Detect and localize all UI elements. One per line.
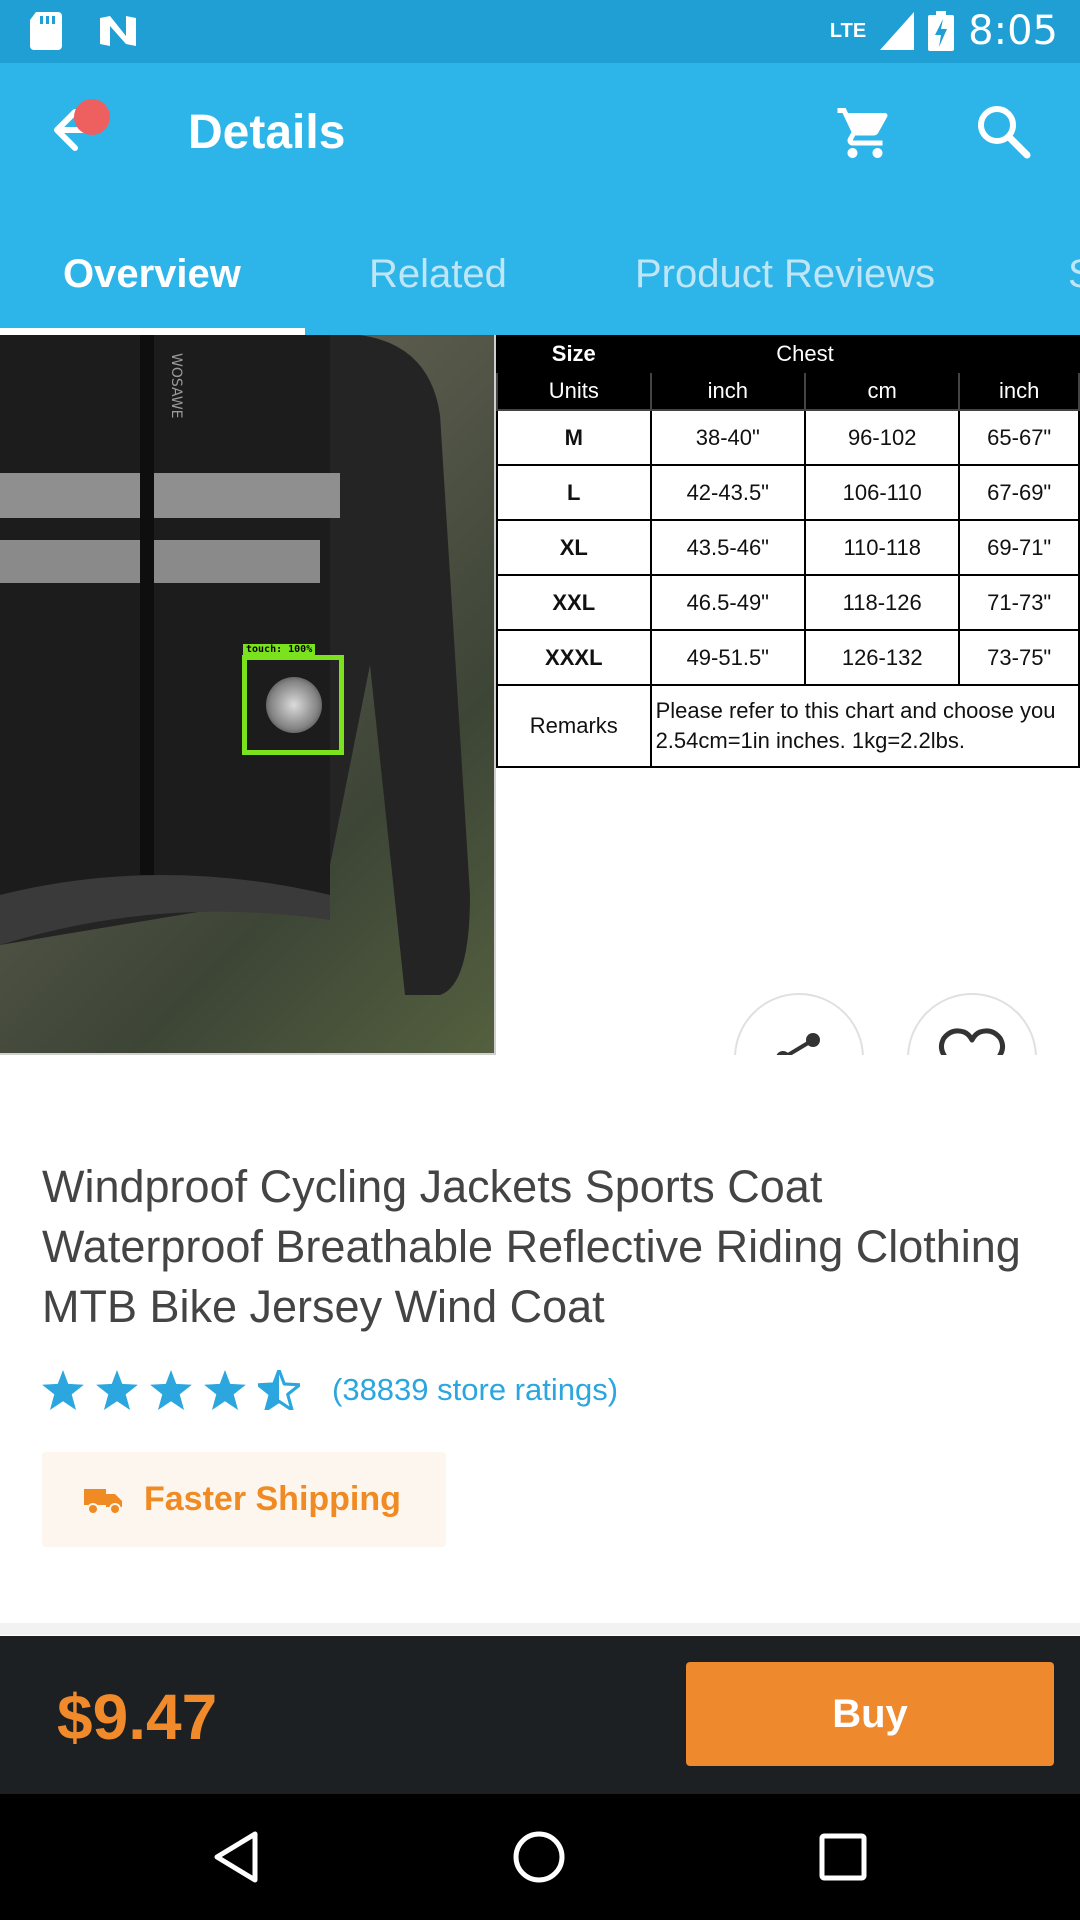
size-chart-cell: 69-71" xyxy=(958,519,1080,576)
size-chart-cell: 43.5-46" xyxy=(649,519,807,576)
nav-recents-button[interactable] xyxy=(810,1824,876,1890)
star-half-icon xyxy=(258,1370,300,1410)
size-chart-cell: 67-69" xyxy=(958,464,1080,521)
n-notification-icon xyxy=(100,16,136,46)
sd-card-icon xyxy=(30,12,62,50)
size-chart-header: Size Chest xyxy=(496,335,1080,373)
size-chart-cell: 106-110 xyxy=(803,464,961,521)
size-chart-units-cell: inch xyxy=(649,371,807,411)
tab-indicator xyxy=(0,328,305,335)
rating-row[interactable]: (38839 store ratings) xyxy=(42,1370,618,1410)
size-chart-cell: 126-132 xyxy=(803,629,961,686)
size-chart-cell: 118-126 xyxy=(803,574,961,631)
cart-icon xyxy=(837,108,888,158)
size-chart-cell: L xyxy=(496,464,652,521)
search-icon xyxy=(978,106,1031,159)
star-icon xyxy=(42,1370,84,1410)
size-chart-row: M 38-40" 96-102 65-67" xyxy=(496,409,1080,466)
remarks-text: Please refer to this chart and choose yo… xyxy=(649,684,1080,768)
remarks-line: 2.54cm=1in inches. 1kg=2.2lbs. xyxy=(655,728,965,753)
tab-product-reviews[interactable]: Product Reviews xyxy=(635,252,935,297)
tab-related[interactable]: Related xyxy=(369,252,507,297)
star-icon xyxy=(204,1370,246,1410)
nav-recents-icon xyxy=(819,1833,867,1881)
size-chart-row: XXXL 49-51.5" 126-132 73-75" xyxy=(496,629,1080,686)
size-chart-cell: 96-102 xyxy=(803,409,961,466)
size-chart-header-cell: Chest xyxy=(649,335,961,373)
size-chart-header-cell: Size xyxy=(496,335,652,373)
remarks-line: Please refer to this chart and choose yo… xyxy=(655,698,1056,723)
tab-overview[interactable]: Overview xyxy=(63,252,241,297)
size-chart-header-cell xyxy=(958,335,1080,373)
price: $9.47 xyxy=(57,1681,218,1753)
cart-button[interactable] xyxy=(835,103,901,169)
size-chart-cell: XL xyxy=(496,519,652,576)
wishlist-button[interactable] xyxy=(907,993,1037,1055)
size-chart-remarks-row: Remarks Please refer to this chart and c… xyxy=(496,684,1080,768)
size-chart-cell: 46.5-49" xyxy=(649,574,807,631)
product-image-gallery[interactable]: WOSAWE touch: 100% Size Chest Units inch… xyxy=(0,335,1080,1055)
system-navigation-bar xyxy=(0,1794,1080,1920)
star-icon xyxy=(96,1370,138,1410)
product-photo: WOSAWE touch: 100% xyxy=(0,335,496,1055)
size-chart-cell: XXXL xyxy=(496,629,652,686)
size-chart: Size Chest Units inch cm inch M 38-40" 9… xyxy=(496,335,1080,768)
size-chart-cell: M xyxy=(496,409,652,466)
back-button[interactable] xyxy=(40,95,110,165)
share-icon xyxy=(776,1033,820,1055)
size-chart-units-cell: cm xyxy=(803,371,961,411)
notification-dot xyxy=(74,99,110,135)
size-chart-cell: 49-51.5" xyxy=(649,629,807,686)
rating-stars xyxy=(42,1370,300,1410)
heart-icon xyxy=(938,1028,1006,1055)
size-chart-row: L 42-43.5" 106-110 67-69" xyxy=(496,464,1080,521)
remarks-label: Remarks xyxy=(496,684,652,768)
size-chart-cell: 42-43.5" xyxy=(649,464,807,521)
buy-button[interactable]: Buy xyxy=(686,1662,1054,1766)
nav-back-button[interactable] xyxy=(203,1824,269,1890)
section-divider xyxy=(0,1623,1080,1635)
product-title: Windproof Cycling Jackets Sports Coat Wa… xyxy=(42,1161,1021,1332)
faster-shipping-badge: Faster Shipping xyxy=(42,1452,446,1547)
jacket-brand-mark: WOSAWE xyxy=(168,353,184,419)
size-chart-row: XL 43.5-46" 110-118 69-71" xyxy=(496,519,1080,576)
size-chart-row: XXL 46.5-49" 118-126 71-73" xyxy=(496,574,1080,631)
purchase-bar: $9.47 Buy xyxy=(0,1636,1080,1794)
size-chart-cell: XXL xyxy=(496,574,652,631)
size-chart-cell: 71-73" xyxy=(958,574,1080,631)
tab-bar: Overview Related Product Reviews S xyxy=(0,208,1080,335)
signal-icon xyxy=(880,12,915,50)
battery-charging-icon xyxy=(928,11,955,51)
size-chart-cell: 65-67" xyxy=(958,409,1080,466)
touch-point xyxy=(266,677,322,733)
clock: 8:05 xyxy=(968,8,1058,54)
status-bar: LTE 8:05 xyxy=(0,0,1080,63)
size-chart-units-cell: Units xyxy=(496,371,652,411)
nav-home-button[interactable] xyxy=(506,1824,572,1890)
star-icon xyxy=(150,1370,192,1410)
nav-home-icon xyxy=(513,1831,565,1883)
touch-indicator-label: touch: 100% xyxy=(243,644,316,655)
size-chart-cell: 110-118 xyxy=(803,519,961,576)
size-chart-cell: 73-75" xyxy=(958,629,1080,686)
truck-icon xyxy=(84,1488,122,1515)
size-chart-units-cell: inch xyxy=(958,371,1080,411)
page-title: Details xyxy=(188,106,346,159)
search-button[interactable] xyxy=(975,103,1041,169)
shipping-label: Faster Shipping xyxy=(144,1480,401,1518)
ratings-count[interactable]: (38839 store ratings) xyxy=(332,1372,618,1408)
app-bar: Details xyxy=(0,63,1080,208)
size-chart-cell: 38-40" xyxy=(649,409,807,466)
network-type-label: LTE xyxy=(829,19,867,42)
share-button[interactable] xyxy=(734,993,864,1055)
tab-partial[interactable]: S xyxy=(1068,252,1080,297)
size-chart-units-row: Units inch cm inch xyxy=(496,371,1080,411)
nav-back-icon xyxy=(214,1831,258,1883)
